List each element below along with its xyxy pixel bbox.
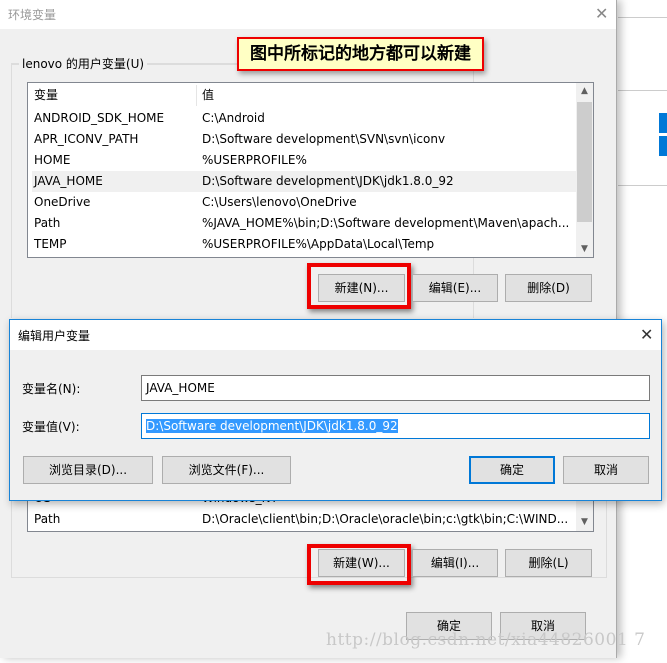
window-title: 环境变量 [8, 8, 57, 22]
annotation-callout: 图中所标记的地方都可以新建 [237, 37, 484, 71]
chevron-down-icon[interactable]: ▼ [576, 517, 593, 527]
scrollbar[interactable]: ▲ ▼ [576, 83, 593, 257]
browse-directory-button[interactable]: 浏览目录(D)... [23, 456, 153, 484]
windows-logo-icon [659, 113, 667, 133]
var-value: C:\Android [202, 111, 265, 125]
background-divider [618, 185, 667, 186]
browse-file-button[interactable]: 浏览文件(F)... [162, 456, 291, 484]
selected-text: D:\Software development\JDK\jdk1.8.0_92 [146, 419, 398, 433]
variable-value-label: 变量值(V): [22, 420, 80, 434]
variable-name-label: 变量名(N): [22, 382, 81, 396]
watermark: http://blog.csdn.net/xia44826001 7 [326, 630, 646, 650]
column-header-variable[interactable]: 变量 [34, 83, 58, 108]
var-name: ANDROID_SDK_HOME [34, 111, 165, 125]
var-name: JAVA_HOME [34, 174, 103, 188]
table-row[interactable]: Path D:\Oracle\client\bin;D:\Oracle\oracl… [28, 509, 576, 530]
var-value: %USERPROFILE%\AppData\Local\Temp [202, 237, 435, 251]
column-header-value[interactable]: 值 [202, 83, 214, 108]
system-new-button[interactable]: 新建(W)... [318, 549, 405, 577]
var-name: TEMP [34, 237, 67, 251]
table-row[interactable]: HOME %USERPROFILE% [28, 150, 576, 171]
dialog-title-bar: 编辑用户变量 ✕ [10, 320, 661, 350]
var-name: APR_ICONV_PATH [34, 132, 139, 146]
var-value: D:\Oracle\client\bin;D:\Oracle\oracle\bi… [202, 512, 569, 526]
var-name: Path [34, 216, 61, 230]
background-divider [618, 90, 667, 91]
chevron-down-icon[interactable]: ▼ [576, 244, 593, 254]
title-bar: 环境变量 ✕ [0, 0, 616, 29]
variable-name-input[interactable]: JAVA_HOME [141, 375, 650, 401]
close-icon[interactable]: ✕ [640, 327, 653, 343]
scrollbar-thumb[interactable] [577, 102, 592, 222]
table-row[interactable]: Path %JAVA_HOME%\bin;D:\Software developm… [28, 213, 576, 234]
system-edit-button[interactable]: 编辑(I)... [412, 549, 498, 577]
variable-value-input[interactable]: D:\Software development\JDK\jdk1.8.0_92 [141, 413, 650, 439]
table-row[interactable]: OneDrive C:\Users\lenovo\OneDrive [28, 192, 576, 213]
var-value: %USERPROFILE% [202, 153, 307, 167]
close-icon[interactable]: ✕ [595, 6, 608, 22]
var-value: D:\Software development\JDK\jdk1.8.0_92 [202, 174, 454, 188]
list-header: 变量 值 [28, 83, 576, 108]
var-value: D:\Software development\SVN\svn\iconv [202, 132, 446, 146]
windows-logo-icon [659, 136, 667, 156]
table-row[interactable]: ANDROID_SDK_HOME C:\Android [28, 108, 576, 129]
chevron-up-icon[interactable]: ▲ [576, 86, 593, 96]
table-row-selected[interactable]: JAVA_HOME D:\Software development\JDK\jdk… [32, 171, 576, 192]
dialog-title: 编辑用户变量 [18, 329, 91, 343]
var-name: OneDrive [34, 195, 91, 209]
var-name: HOME [34, 153, 71, 167]
user-vars-list[interactable]: 变量 值 ANDROID_SDK_HOME C:\Android APR_ICON… [27, 82, 594, 258]
dialog-ok-button[interactable]: 确定 [469, 456, 555, 484]
user-delete-button[interactable]: 删除(D) [505, 274, 592, 302]
var-name: Path [34, 512, 61, 526]
table-row[interactable]: APR_ICONV_PATH D:\Software development\SV… [28, 129, 576, 150]
var-value: C:\Users\lenovo\OneDrive [202, 195, 357, 209]
dialog-cancel-button[interactable]: 取消 [563, 456, 649, 484]
table-row[interactable]: TEMP %USERPROFILE%\AppData\Local\Temp [28, 234, 576, 255]
user-edit-button[interactable]: 编辑(E)... [412, 274, 498, 302]
background-divider [618, 17, 667, 18]
edit-user-variable-dialog: 编辑用户变量 ✕ 变量名(N): JAVA_HOME 变量值(V): D:\So… [9, 319, 662, 501]
var-value: %JAVA_HOME%\bin;D:\Software development\… [202, 216, 570, 230]
user-vars-label: lenovo 的用户变量(U) [19, 55, 148, 72]
user-new-button[interactable]: 新建(N)... [318, 274, 405, 302]
system-delete-button[interactable]: 删除(L) [505, 549, 592, 577]
